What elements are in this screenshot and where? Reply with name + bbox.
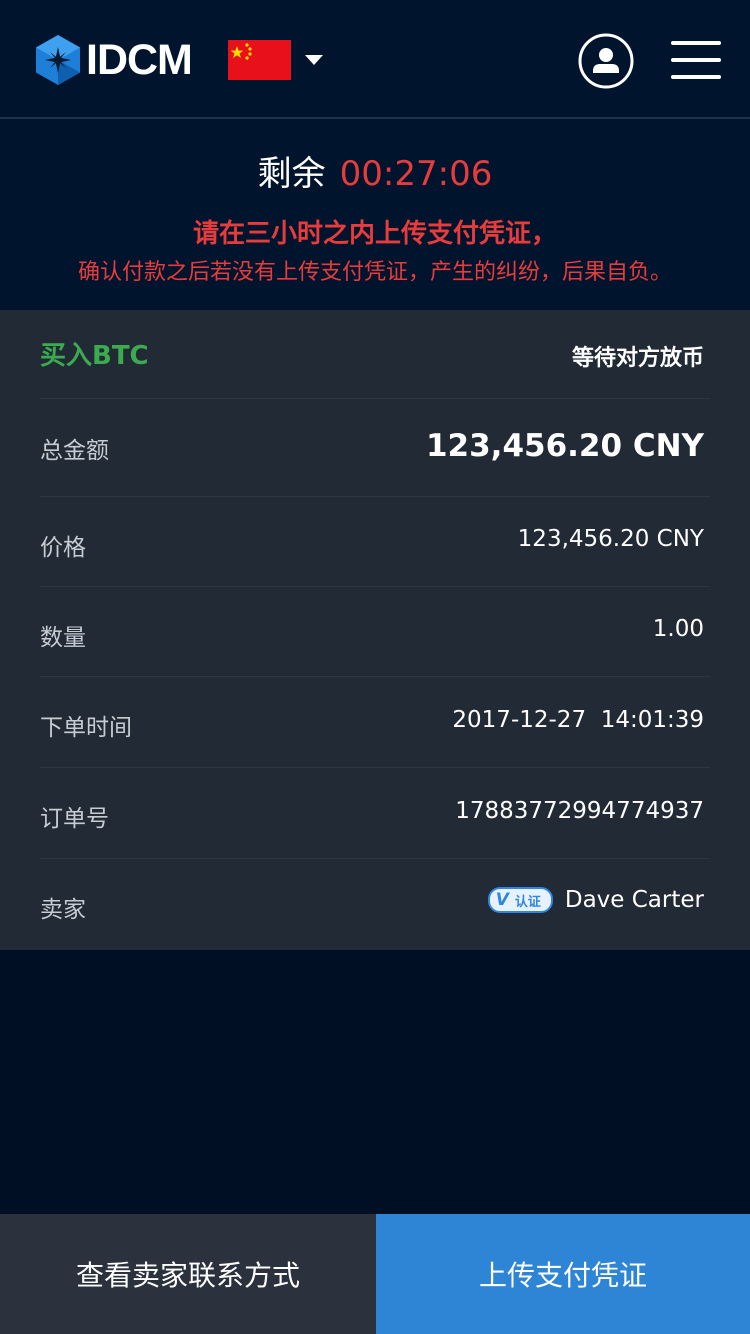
seller-info[interactable]: V 认证 Dave Carter [487, 887, 704, 913]
china-flag-icon[interactable] [228, 40, 291, 80]
seller-row: 卖家 V 认证 Dave Carter [40, 859, 710, 950]
order-time-value: 2017-12-27 14:01:39 [452, 707, 704, 733]
order-detail-card: 买入BTC 等待对方放币 总金额 123,456.20 CNY 价格 123,4… [0, 310, 750, 950]
order-number-row: 订单号 17883772994774937 [40, 768, 710, 859]
seller-label: 卖家 [40, 897, 86, 923]
user-icon[interactable] [578, 33, 634, 89]
verified-badge-label: 认证 [514, 894, 541, 910]
verified-icon: V [495, 890, 509, 910]
price-row: 价格 123,456.20 CNY [40, 497, 710, 587]
order-time-row: 下单时间 2017-12-27 14:01:39 [40, 677, 710, 768]
total-row: 总金额 123,456.20 CNY [40, 399, 710, 497]
countdown-time: 00:27:06 [339, 154, 493, 194]
order-number-value[interactable]: 17883772994774937 [455, 798, 704, 824]
order-type-row: 买入BTC 等待对方放币 [40, 310, 710, 399]
upload-warning-title: 请在三小时之内上传支付凭证， [192, 219, 557, 249]
idcm-logo-icon[interactable] [33, 34, 83, 86]
upload-payment-proof-button[interactable]: 上传支付凭证 [376, 1214, 750, 1334]
menu-icon[interactable] [671, 39, 721, 81]
verified-badge: V 认证 [487, 887, 553, 913]
view-seller-contact-button[interactable]: 查看卖家联系方式 [0, 1214, 376, 1334]
order-number-label: 订单号 [40, 806, 109, 832]
price-label: 价格 [40, 535, 86, 561]
seller-name[interactable]: Dave Carter [565, 887, 704, 913]
chevron-down-icon[interactable] [304, 53, 324, 67]
total-value: 123,456.20 CNY [425, 428, 704, 464]
order-type: 买入BTC [40, 341, 149, 371]
countdown: 剩余 00:27:06 [0, 152, 750, 196]
quantity-value: 1.00 [652, 616, 704, 642]
brand-name[interactable]: IDCM [86, 36, 193, 84]
quantity-row: 数量 1.00 [40, 587, 710, 677]
order-time-label: 下单时间 [40, 715, 132, 741]
quantity-label: 数量 [40, 625, 86, 651]
bottom-action-bar: 查看卖家联系方式 上传支付凭证 [0, 1214, 750, 1334]
upload-warning-detail: 确认付款之后若没有上传支付凭证，产生的纠纷，后果自负。 [77, 260, 672, 285]
payment-timer-section: 剩余 00:27:06 请在三小时之内上传支付凭证， 确认付款之后若没有上传支付凭… [0, 119, 750, 310]
order-status: 等待对方放币 [571, 346, 704, 371]
countdown-label: 剩余 [257, 154, 326, 194]
price-value: 123,456.20 CNY [517, 526, 704, 552]
total-label: 总金额 [40, 438, 109, 464]
top-nav-bar: IDCM [0, 0, 750, 119]
